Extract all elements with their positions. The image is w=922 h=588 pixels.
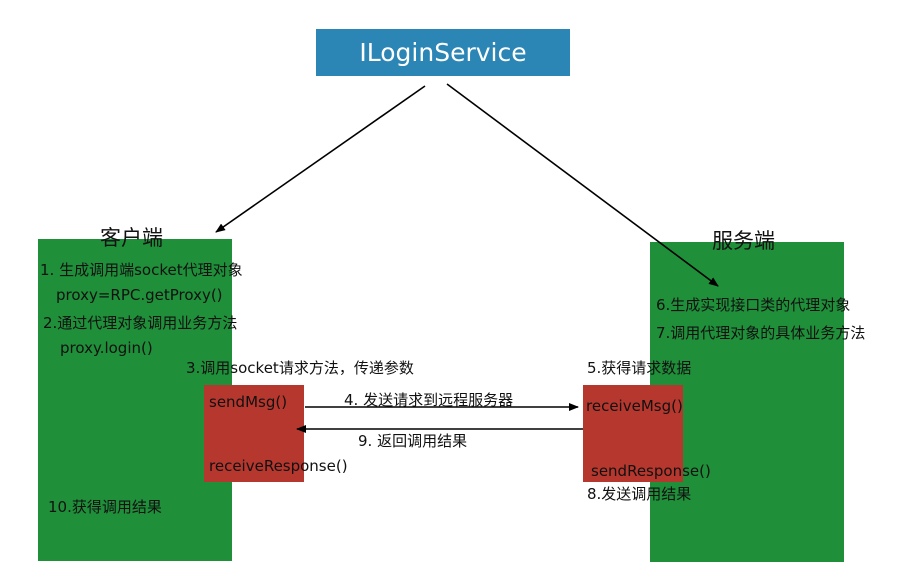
arrow-service-to-server — [446, 83, 719, 287]
server-send-method: sendResponse() — [591, 462, 711, 480]
server-step-6: 6.生成实现接口类的代理对象 — [656, 296, 851, 314]
client-step-3: 3.调用socket请求方法，传递参数 — [186, 359, 414, 377]
client-send-method: sendMsg() — [209, 393, 288, 411]
server-receive-method: receiveMsg() — [586, 397, 683, 415]
arrow-label-step-4: 4. 发送请求到远程服务器 — [344, 391, 514, 409]
server-step-7: 7.调用代理对象的具体业务方法 — [656, 324, 866, 342]
server-step-8: 8.发送调用结果 — [587, 485, 692, 503]
arrow-service-to-client — [215, 85, 426, 233]
client-receive-method: receiveResponse() — [209, 457, 348, 475]
client-step-2-code: proxy.login() — [60, 339, 153, 357]
server-step-5: 5.获得请求数据 — [587, 359, 692, 377]
client-step-1: 1. 生成调用端socket代理对象 — [40, 261, 243, 279]
arrow-label-step-9: 9. 返回调用结果 — [358, 432, 468, 450]
client-step-1-code: proxy=RPC.getProxy() — [56, 286, 223, 304]
server-heading: 服务端 — [712, 229, 775, 253]
client-step-2: 2.通过代理对象调用业务方法 — [43, 314, 238, 332]
client-step-10: 10.获得调用结果 — [48, 498, 162, 516]
client-heading: 客户端 — [100, 226, 163, 250]
